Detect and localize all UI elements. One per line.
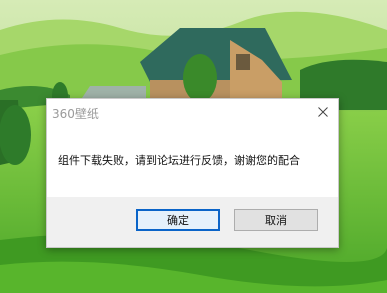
- dialog-footer: 确定 取消: [47, 197, 338, 247]
- ok-button[interactable]: 确定: [136, 209, 220, 231]
- close-button[interactable]: [308, 99, 338, 125]
- dialog-titlebar: 360壁纸: [47, 99, 338, 125]
- dialog-message: 组件下载失败，请到论坛进行反馈，谢谢您的配合: [58, 154, 300, 167]
- error-dialog: 360壁纸 组件下载失败，请到论坛进行反馈，谢谢您的配合 确定 取消: [46, 98, 339, 248]
- dialog-title: 360壁纸: [52, 107, 99, 121]
- cancel-button[interactable]: 取消: [234, 209, 318, 231]
- close-icon: [318, 107, 328, 117]
